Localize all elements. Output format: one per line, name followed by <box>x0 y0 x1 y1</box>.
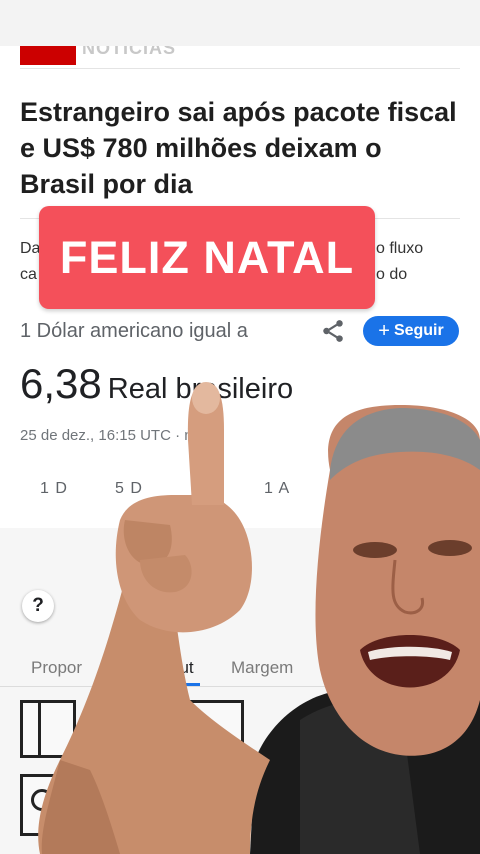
circle-layout-icon <box>31 789 53 811</box>
banner-text: FELIZ NATAL <box>59 231 355 283</box>
rate-currency: Real brasileiro <box>107 373 294 405</box>
range-tab-1d[interactable]: 1 D <box>40 480 68 498</box>
tab-proportion[interactable]: Propor <box>31 658 82 678</box>
layout-option[interactable] <box>20 774 76 836</box>
conversion-title: 1 Dólar americano igual a <box>20 320 248 342</box>
range-tab-5d[interactable]: 5 D <box>115 480 143 498</box>
layout-option[interactable] <box>184 700 244 758</box>
layout-option[interactable] <box>20 700 76 758</box>
disclaimer-link[interactable]: ntes <box>184 427 212 444</box>
news-brand-logo <box>20 46 76 65</box>
news-snippet-right: o fluxo o do <box>376 236 423 288</box>
layout-option[interactable] <box>184 774 244 836</box>
rate-timestamp: 25 de dez., 16:15 UTC · ntes <box>20 427 213 444</box>
snippet-line: Da <box>20 240 41 257</box>
layout-option[interactable] <box>108 700 164 758</box>
layout-split-line <box>38 703 41 755</box>
card-divider <box>20 68 460 69</box>
tab-layout[interactable]: out <box>170 658 194 678</box>
tab-margin[interactable]: Margem <box>231 658 293 678</box>
feliz-natal-banner: FELIZ NATAL <box>39 206 375 309</box>
news-headline[interactable]: Estrangeiro sai após pacote fiscal e US$… <box>20 94 460 202</box>
news-brand-text: NOTÍCIAS <box>82 46 177 58</box>
top-bar <box>0 0 480 46</box>
tab-divider <box>0 686 480 687</box>
range-tab-1y[interactable]: 1 A <box>264 480 290 498</box>
rate-value: 6,38 <box>20 360 102 407</box>
plus-icon: + <box>378 320 390 342</box>
snippet-line: o fluxo <box>376 240 424 257</box>
follow-button[interactable]: + Seguir <box>363 316 459 346</box>
share-icon[interactable] <box>320 318 346 344</box>
lower-panel: ? Propor out Margem <box>0 528 480 854</box>
timestamp-text: 25 de dez., 16:15 UTC · <box>20 427 185 444</box>
currency-converter-card: 1 Dólar americano igual a + Seguir 6,38 R… <box>0 298 480 528</box>
follow-label: Seguir <box>393 322 444 339</box>
news-snippet-left: Da ca <box>20 236 40 288</box>
exchange-rate: 6,38 Real brasileiro <box>20 360 293 408</box>
snippet-line: o do <box>376 266 408 283</box>
snippet-line: ca <box>20 266 37 283</box>
help-icon[interactable]: ? <box>22 590 54 622</box>
